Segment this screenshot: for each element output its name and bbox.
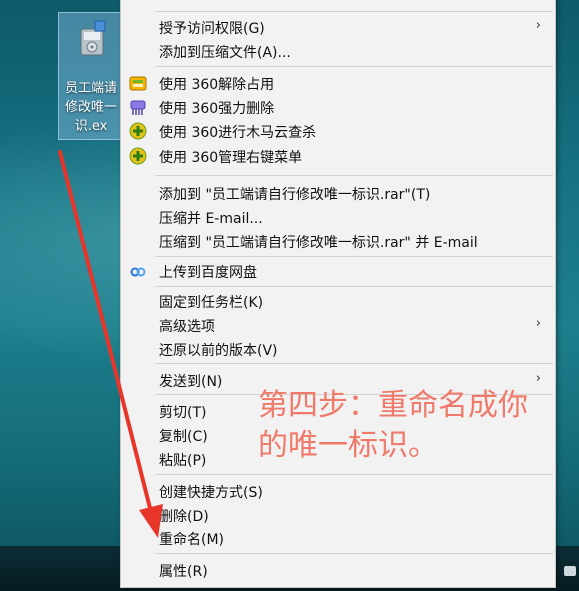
arrow-head [139,504,163,538]
arrow-shaft [58,150,154,518]
tutorial-arrow [58,150,163,538]
